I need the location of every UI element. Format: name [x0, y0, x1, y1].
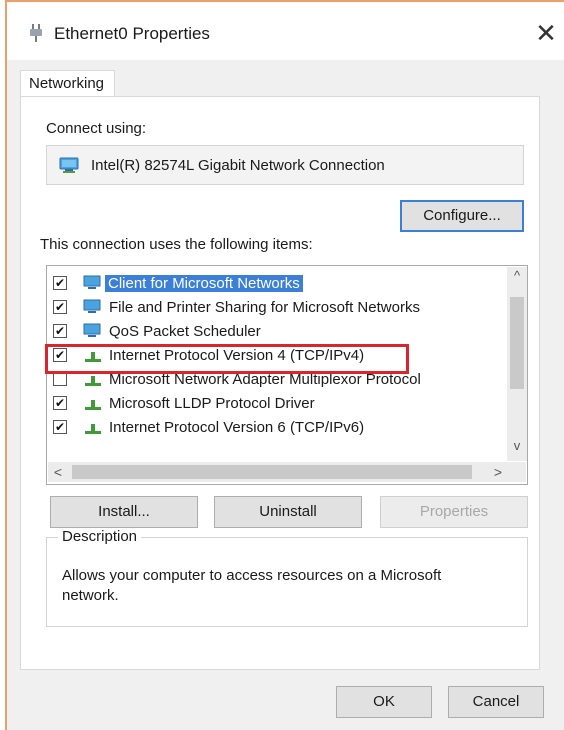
properties-dialog: Ethernet0 Properties ✕ Networking Connec…: [0, 0, 564, 730]
adapter-name: Intel(R) 82574L Gigabit Network Connecti…: [91, 157, 385, 174]
uninstall-button[interactable]: Uninstall: [214, 496, 362, 528]
items-label: This connection uses the following items…: [40, 236, 313, 253]
configure-button[interactable]: Configure...: [400, 200, 524, 232]
install-button[interactable]: Install...: [50, 496, 198, 528]
close-icon: ✕: [535, 18, 557, 48]
horizontal-scroll-thumb[interactable]: [72, 465, 472, 479]
list-item[interactable]: ✔ Client for Microsoft Networks: [47, 272, 503, 296]
cancel-button[interactable]: Cancel: [448, 686, 544, 718]
list-item[interactable]: ✔ Internet Protocol Version 6 (TCP/IPv6): [47, 416, 503, 440]
description-title: Description: [58, 528, 142, 545]
vertical-scroll-thumb[interactable]: [510, 297, 524, 389]
item-checkbox[interactable]: ✔: [53, 276, 67, 290]
list-item[interactable]: ✔ QoS Packet Scheduler: [47, 320, 503, 344]
item-label: QoS Packet Scheduler: [109, 323, 261, 340]
tab-networking[interactable]: Networking: [20, 70, 116, 96]
connection-items-list[interactable]: ✔ Client for Microsoft Networks ✔ File a…: [46, 265, 528, 485]
item-checkbox[interactable]: ✔: [53, 300, 67, 314]
item-label: Microsoft LLDP Protocol Driver: [109, 395, 315, 412]
horizontal-scrollbar[interactable]: < >: [48, 462, 526, 482]
list-item[interactable]: ✔ File and Printer Sharing for Microsoft…: [47, 296, 503, 320]
adapter-field: Intel(R) 82574L Gigabit Network Connecti…: [46, 145, 524, 185]
scroll-left-icon[interactable]: <: [48, 462, 68, 482]
properties-button[interactable]: Properties: [380, 496, 528, 528]
window-title: Ethernet0 Properties: [54, 24, 210, 43]
scroll-up-icon[interactable]: ^: [507, 267, 527, 285]
qos-icon: [83, 323, 101, 337]
file-sharing-icon: [83, 299, 101, 313]
client-icon: [83, 275, 101, 289]
close-button[interactable]: ✕: [531, 18, 561, 48]
title-bar[interactable]: Ethernet0 Properties ✕: [7, 2, 564, 60]
item-checkbox[interactable]: [53, 372, 67, 386]
network-adapter-icon: [59, 157, 79, 173]
tab-networking-label: Networking: [29, 75, 105, 92]
item-checkbox[interactable]: ✔: [53, 324, 67, 338]
scroll-down-icon[interactable]: v: [507, 437, 527, 455]
vertical-scrollbar[interactable]: ^ v: [507, 267, 527, 461]
connect-using-label: Connect using:: [46, 120, 147, 137]
scroll-right-icon[interactable]: >: [488, 462, 508, 482]
item-checkbox[interactable]: ✔: [53, 396, 67, 410]
item-label: Internet Protocol Version 6 (TCP/IPv6): [109, 419, 365, 436]
protocol-icon: [85, 424, 101, 434]
network-plug-icon: [30, 24, 42, 42]
item-checkbox[interactable]: ✔: [53, 420, 67, 434]
protocol-icon: [85, 400, 101, 410]
list-item[interactable]: ✔ Microsoft LLDP Protocol Driver: [47, 392, 503, 416]
ipv4-highlight-annotation: [45, 344, 409, 374]
item-label: File and Printer Sharing for Microsoft N…: [109, 299, 420, 316]
description-text: Allows your computer to access resources…: [62, 567, 442, 604]
ok-button[interactable]: OK: [336, 686, 432, 718]
item-label: Client for Microsoft Networks: [105, 275, 303, 292]
